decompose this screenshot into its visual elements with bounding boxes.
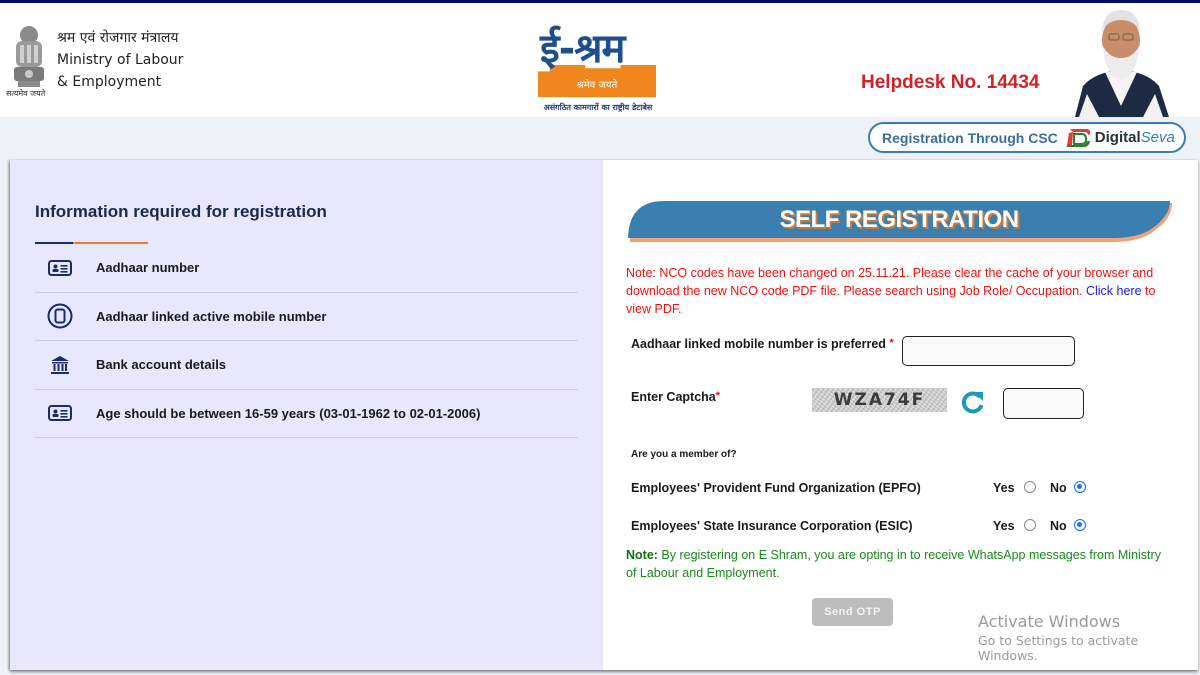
ministry-name: श्रम एवं रोजगार मंत्रालय Ministry of Lab… — [57, 27, 183, 93]
required-asterisk: * — [715, 390, 721, 402]
epfo-label: Employees' Provident Fund Organization (… — [631, 481, 921, 495]
esic-yes-radio[interactable] — [1024, 519, 1036, 531]
requirement-item: Bank account details — [35, 341, 578, 390]
view-pdf-link[interactable]: Click here — [1086, 284, 1142, 298]
csc-brand-seva: Seva — [1140, 129, 1175, 146]
nco-note-text: Note: NCO codes have been changed on 25.… — [626, 266, 1154, 298]
whatsapp-optin-note: Note: By registering on E Shram, you are… — [626, 546, 1166, 582]
requirements-panel: Information required for registration Aa… — [10, 160, 603, 670]
esic-membership-row: Employees' State Insurance Corporation (… — [631, 517, 1101, 537]
epfo-yes-label: Yes — [993, 481, 1015, 495]
registration-card: Information required for registration Aa… — [10, 160, 1198, 670]
requirement-label: Bank account details — [96, 357, 227, 373]
requirement-label: Age should be between 16-59 years (03-01… — [96, 405, 481, 421]
mobile-phone-icon — [35, 303, 85, 329]
send-otp-button[interactable]: Send OTP — [812, 598, 893, 626]
mobile-label-text: Aadhaar linked mobile number is preferre… — [631, 337, 886, 351]
bank-icon — [35, 355, 85, 375]
requirements-title: Information required for registration — [35, 202, 327, 221]
id-card-icon — [35, 259, 85, 276]
eshram-logo[interactable]: ई-श्रम श्रमेव जयते असंगठित कामगारों का र… — [538, 23, 660, 115]
esic-yes-label: Yes — [993, 519, 1015, 533]
emblem-caption: सत्यमेव जयते — [6, 89, 46, 98]
ministry-name-line1: Ministry of Labour — [57, 52, 184, 68]
required-asterisk: * — [889, 337, 894, 349]
activate-windows-watermark: Activate Windows Go to Settings to activ… — [978, 612, 1200, 663]
pm-portrait-image — [1065, 6, 1177, 117]
epfo-membership-row: Employees' Provident Fund Organization (… — [631, 479, 1101, 499]
ministry-name-hindi: श्रम एवं रोजगार मंत्रालय — [57, 30, 179, 46]
helpdesk-number: Helpdesk No. 14434 — [861, 72, 1040, 93]
self-registration-form: SELF REGISTRATION Note: NCO codes have b… — [603, 160, 1198, 670]
mobile-number-label: Aadhaar linked mobile number is preferre… — [631, 337, 894, 351]
self-registration-banner: SELF REGISTRATION — [626, 201, 1172, 244]
csc-brand-digital: Digital — [1094, 129, 1141, 146]
nco-codes-note: Note: NCO codes have been changed on 25.… — [626, 264, 1176, 318]
ministry-name-line2: & Employment — [57, 74, 162, 90]
epfo-no-radio[interactable] — [1074, 481, 1086, 493]
requirement-item: Aadhaar number — [35, 244, 578, 293]
banner-title: SELF REGISTRATION — [779, 206, 1019, 233]
digital-seva-logo-icon — [1065, 128, 1090, 147]
id-card-icon — [35, 405, 85, 422]
membership-question: Are you a member of? — [631, 449, 737, 460]
requirement-label: Aadhaar number — [96, 260, 200, 276]
wa-note-text: By registering on E Shram, you are optin… — [626, 548, 1161, 580]
requirement-label: Aadhaar linked active mobile number — [96, 308, 327, 324]
esic-no-radio[interactable] — [1074, 519, 1086, 531]
captcha-image: WZA74F — [812, 388, 947, 412]
captcha-label: Enter Captcha* — [631, 390, 720, 404]
watermark-line1: Activate Windows — [978, 612, 1121, 631]
logo-title: ई-श्रम — [540, 26, 625, 72]
logo-tagline: श्रमेव जयते — [576, 80, 618, 91]
site-header: सत्यमेव जयते श्रम एवं रोजगार मंत्रालय Mi… — [0, 3, 1200, 117]
registration-through-csc-button[interactable]: Registration Through CSC Digital Seva — [868, 122, 1186, 153]
requirement-item: Aadhaar linked active mobile number — [35, 293, 578, 341]
captcha-input[interactable] — [1003, 388, 1084, 419]
esic-label: Employees' State Insurance Corporation (… — [631, 519, 913, 533]
requirements-list: Aadhaar number Aadhaar linked active mob… — [35, 244, 578, 438]
logo-subtitle: असंगठित कामगारों का राष्ट्रीय डेटाबेस — [543, 103, 653, 112]
wa-note-prefix: Note: — [626, 548, 658, 562]
watermark-line2: Go to Settings to activate Windows. — [978, 633, 1139, 663]
esic-no-label: No — [1050, 519, 1067, 533]
captcha-label-text: Enter Captcha — [631, 390, 716, 404]
epfo-no-label: No — [1050, 481, 1067, 495]
mobile-number-input[interactable] — [902, 336, 1075, 366]
csc-label: Registration Through CSC — [882, 129, 1058, 146]
epfo-yes-radio[interactable] — [1024, 481, 1036, 493]
requirement-item: Age should be between 16-59 years (03-01… — [35, 390, 578, 438]
refresh-captcha-icon[interactable] — [960, 389, 986, 415]
